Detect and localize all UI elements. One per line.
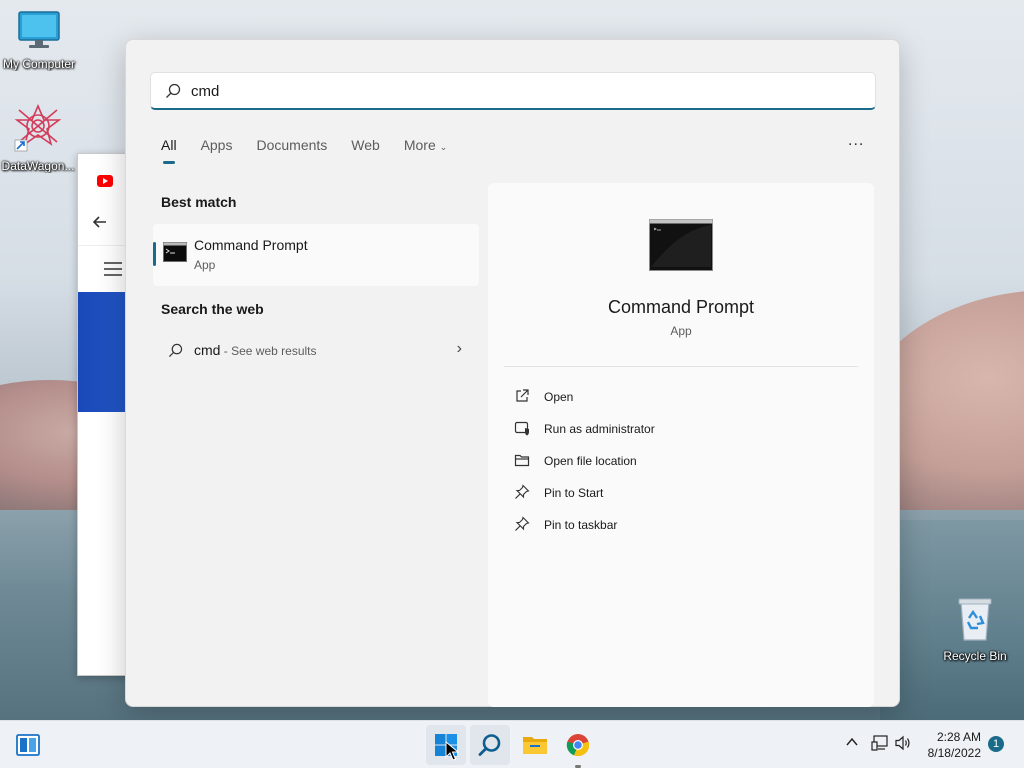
chevron-right-icon[interactable]: › — [457, 340, 462, 358]
pin-icon — [515, 484, 530, 499]
clock[interactable]: 2:28 AM 8/18/2022 — [928, 729, 981, 761]
search-icon — [478, 734, 501, 756]
admin-shield-icon — [514, 421, 529, 436]
command-prompt-large-icon — [649, 219, 713, 271]
desktop-icon-my-computer[interactable]: My Computer — [0, 10, 79, 71]
action-open[interactable]: Open — [514, 387, 814, 407]
taskbar-search-button[interactable] — [470, 725, 510, 765]
network-icon[interactable] — [871, 735, 889, 751]
action-label: Run as administrator — [544, 422, 655, 436]
taskbar: 2:28 AM 8/18/2022 — [0, 720, 1024, 768]
file-explorer-icon — [523, 737, 547, 754]
action-open-file-location[interactable]: Open file location — [514, 451, 814, 471]
web-query-suffix: - See web results — [220, 344, 317, 358]
mouse-cursor-icon — [445, 741, 459, 761]
tab-more[interactable]: More ⌄ — [404, 137, 447, 165]
action-label: Pin to taskbar — [544, 518, 618, 532]
web-search-result[interactable]: cmd - See web results › — [166, 340, 462, 362]
desktop-icon-datawagon[interactable]: DataWagon... — [0, 103, 78, 173]
more-options-button[interactable]: ... — [848, 132, 864, 150]
youtube-icon — [97, 175, 113, 187]
start-button[interactable] — [426, 725, 466, 765]
action-pin-to-taskbar[interactable]: Pin to taskbar — [514, 515, 814, 535]
search-input[interactable] — [191, 79, 851, 103]
web-search-query: cmd - See web results — [194, 342, 317, 358]
action-run-as-administrator[interactable]: Run as administrator — [514, 419, 814, 439]
best-match-item[interactable]: Command Prompt App — [153, 224, 479, 286]
desktop-icon-label: DataWagon... — [1, 159, 75, 173]
recycle-bin-icon — [958, 598, 992, 641]
tab-all[interactable]: All — [161, 137, 177, 165]
clock-date: 8/18/2022 — [927, 746, 981, 760]
desktop-icon-label: Recycle Bin — [943, 649, 1007, 663]
action-pin-to-start[interactable]: Pin to Start — [514, 483, 814, 503]
action-label: Open file location — [544, 454, 637, 468]
widgets-icon — [16, 734, 40, 756]
hamburger-menu-icon[interactable] — [104, 262, 122, 276]
preview-subtitle: App — [670, 324, 692, 338]
search-icon — [166, 83, 181, 98]
best-match-title: Command Prompt — [194, 237, 308, 253]
desktop-icon-recycle-bin[interactable]: Recycle Bin — [935, 596, 1015, 663]
tab-more-label: More — [403, 137, 436, 153]
tab-web[interactable]: Web — [351, 137, 380, 165]
chevron-down-icon: ⌄ — [439, 142, 448, 152]
search-filter-tabs: All Apps Documents Web More ⌄ — [161, 137, 471, 165]
file-explorer-button[interactable] — [514, 725, 554, 765]
pin-icon — [515, 516, 530, 531]
datawagon-logo-icon — [14, 103, 62, 152]
notification-badge[interactable]: 1 — [988, 736, 1004, 752]
selection-accent — [153, 242, 156, 266]
web-query-text: cmd — [194, 342, 221, 358]
preview-divider — [504, 366, 858, 367]
search-web-heading: Search the web — [161, 301, 264, 317]
back-arrow-icon[interactable] — [92, 214, 108, 230]
tab-apps[interactable]: Apps — [201, 137, 233, 165]
best-match-subtitle: App — [194, 258, 216, 272]
open-external-icon — [516, 389, 529, 402]
search-box[interactable] — [150, 72, 876, 110]
chevron-up-icon[interactable] — [845, 735, 859, 749]
best-match-heading: Best match — [161, 194, 237, 210]
monitor-icon — [18, 11, 60, 48]
clock-time: 2:28 AM — [936, 730, 981, 744]
desktop-icon-label: My Computer — [2, 57, 76, 71]
preview-pane: Command Prompt App Open Run as administr… — [488, 183, 874, 707]
chrome-button[interactable] — [558, 725, 598, 765]
search-icon — [168, 343, 183, 358]
start-search-panel: All Apps Documents Web More⌄ ... Best ma… — [125, 39, 900, 707]
action-label: Pin to Start — [544, 486, 604, 500]
folder-icon — [514, 454, 530, 467]
action-label: Open — [544, 390, 574, 404]
volume-icon[interactable] — [895, 735, 913, 751]
preview-title: Command Prompt — [607, 297, 755, 317]
chrome-icon — [566, 734, 590, 757]
command-prompt-icon — [163, 242, 187, 262]
widgets-button[interactable] — [8, 725, 48, 765]
tab-documents[interactable]: Documents — [256, 137, 327, 165]
